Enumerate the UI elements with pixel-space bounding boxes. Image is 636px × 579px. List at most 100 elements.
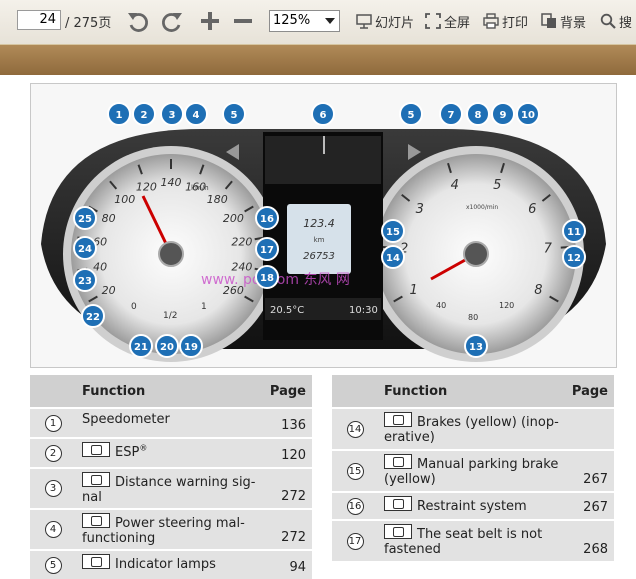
rotate-right-button[interactable] [160,7,184,35]
svg-text:16: 16 [260,214,274,225]
speed-label: 80 [102,212,116,225]
rpm-label: 1 [410,283,418,298]
print-button[interactable]: 打印 [483,7,528,35]
table-row: 4 Power steering mal-functioning 272 [30,508,312,550]
row-number: 5 [44,556,62,574]
instrument-cluster-illustration: 20406080100120 140 160180200220240260 km/h… [41,102,606,362]
svg-text:10: 10 [521,110,535,121]
print-label: 打印 [502,15,529,31]
callout-11: 11 [562,219,586,243]
search-button[interactable]: 搜 [600,7,632,35]
fuel-tick-0: 0 [131,302,137,312]
printer-icon [483,13,499,29]
minus-icon [234,19,252,23]
speed-label: 140 [161,176,182,189]
seat-belt-icon [384,524,412,539]
zoom-out-button[interactable] [232,7,254,35]
svg-text:15: 15 [386,227,400,238]
callout-1: 1 [107,102,131,126]
fuel-tick-half: 1/2 [163,311,177,321]
parking-brake-icon [384,454,412,469]
outside-temp: 20.5°C [270,305,304,316]
th-function: Function [76,375,264,408]
svg-text:24: 24 [78,244,92,255]
fullscreen-icon [425,13,441,29]
fullscreen-button[interactable]: 全屏 [425,7,470,35]
callout-24: 24 [73,236,97,260]
search-icon [600,13,616,29]
row-number: 2 [44,444,62,462]
table-row: 1 Speedometer 136 [30,407,312,438]
table-row: 3 Distance warning sig-nal 272 [30,467,312,509]
svg-text:18: 18 [260,273,274,284]
zoom-value: 125% [273,13,311,28]
fullscreen-label: 全屏 [444,15,471,31]
slideshow-button[interactable]: 幻灯片 [356,7,414,35]
th-num [332,375,378,408]
chevron-down-icon [325,18,335,24]
table-row: 17 The seat belt is not fastened 268 [332,519,614,561]
registered-mark: ® [139,443,148,453]
row-function: Restraint system [417,499,527,514]
rpm-label: 7 [544,242,553,257]
svg-text:25: 25 [78,214,92,225]
plus-icon [201,12,219,30]
rpm-label: 3 [416,202,424,217]
background-label: 背景 [560,15,587,31]
rpm-label: 8 [534,283,542,298]
svg-text:9: 9 [500,110,507,121]
trip-unit: km [314,236,325,244]
callout-3: 3 [160,102,184,126]
callout-10: 10 [516,102,540,126]
row-page: 272 [263,508,312,550]
callout-21: 21 [129,334,153,358]
brake-warning-icon [384,412,412,427]
function-table-right: Function Page 14 Brakes (yellow) (inop-e… [332,375,614,561]
svg-text:14: 14 [386,253,400,264]
slideshow-label: 幻灯片 [375,15,415,31]
page-total-label: / 275页 [65,16,112,31]
rpm-unit-label: x1000/min [466,204,498,211]
row-function: ESP [115,445,140,460]
zoom-in-button[interactable] [199,7,221,35]
search-label: 搜 [619,15,633,31]
indicator-lamp-icon [82,554,110,569]
page-number-input[interactable]: 24 [17,10,61,30]
rpm-label: 5 [493,178,501,193]
fuel-tick-1: 1 [201,302,207,312]
row-page [565,407,614,450]
svg-text:22: 22 [86,312,100,323]
svg-text:20: 20 [160,342,174,353]
row-number: 1 [44,414,62,432]
callout-2: 2 [132,102,156,126]
zoom-select[interactable]: 125% [269,10,340,32]
svg-text:11: 11 [567,227,581,238]
row-number: 14 [346,420,364,438]
speed-label: 180 [207,193,228,206]
speed-label: 220 [231,235,252,248]
svg-text:2: 2 [141,110,148,121]
speed-label: 120 [136,180,157,193]
callout-14: 14 [381,245,405,269]
rpm-label: 6 [528,202,536,217]
th-function: Function [378,375,566,408]
table-row: 16 Restraint system 267 [332,491,614,520]
coolant-tick-80: 80 [468,313,478,322]
row-page: 94 [263,549,312,579]
row-number: 4 [44,521,62,538]
rotate-left-button[interactable] [126,7,150,35]
document-header-band [0,45,636,75]
speed-label: 200 [223,212,244,225]
callout-22: 22 [81,304,105,328]
background-button[interactable]: 背景 [541,7,586,35]
table-row: 2 ESP® 120 [30,437,312,468]
row-number: 16 [346,497,364,515]
table-row: 5 Indicator lamps 94 [30,549,312,579]
row-number: 15 [346,462,364,480]
svg-text:4: 4 [193,110,200,121]
callout-4: 4 [184,102,208,126]
instrument-cluster-figure: 20 40 60 80 100 120 140 160 180 200 220 240 260 km/h… [30,83,617,368]
svg-text:17: 17 [260,245,274,256]
svg-text:21: 21 [134,342,148,353]
svg-text:1: 1 [116,110,123,121]
